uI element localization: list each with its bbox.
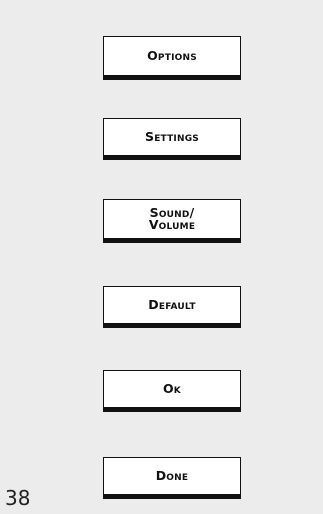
- ok-button[interactable]: Ok: [103, 370, 241, 412]
- options-button[interactable]: Options: [103, 36, 241, 80]
- ok-label: Ok: [162, 380, 181, 396]
- volume-label-line2: Volume: [148, 217, 196, 232]
- default-button[interactable]: Default: [103, 286, 241, 328]
- done-label: Done: [155, 467, 189, 483]
- options-label: Options: [147, 47, 197, 63]
- page-number: 38: [5, 486, 31, 510]
- sound-volume-button[interactable]: Sound/ Volume: [103, 199, 241, 243]
- default-label: Default: [148, 296, 196, 312]
- settings-label: Settings: [145, 128, 199, 144]
- done-button[interactable]: Done: [103, 457, 241, 499]
- sound-volume-label: Sound/ Volume: [148, 206, 196, 232]
- settings-button[interactable]: Settings: [103, 118, 241, 160]
